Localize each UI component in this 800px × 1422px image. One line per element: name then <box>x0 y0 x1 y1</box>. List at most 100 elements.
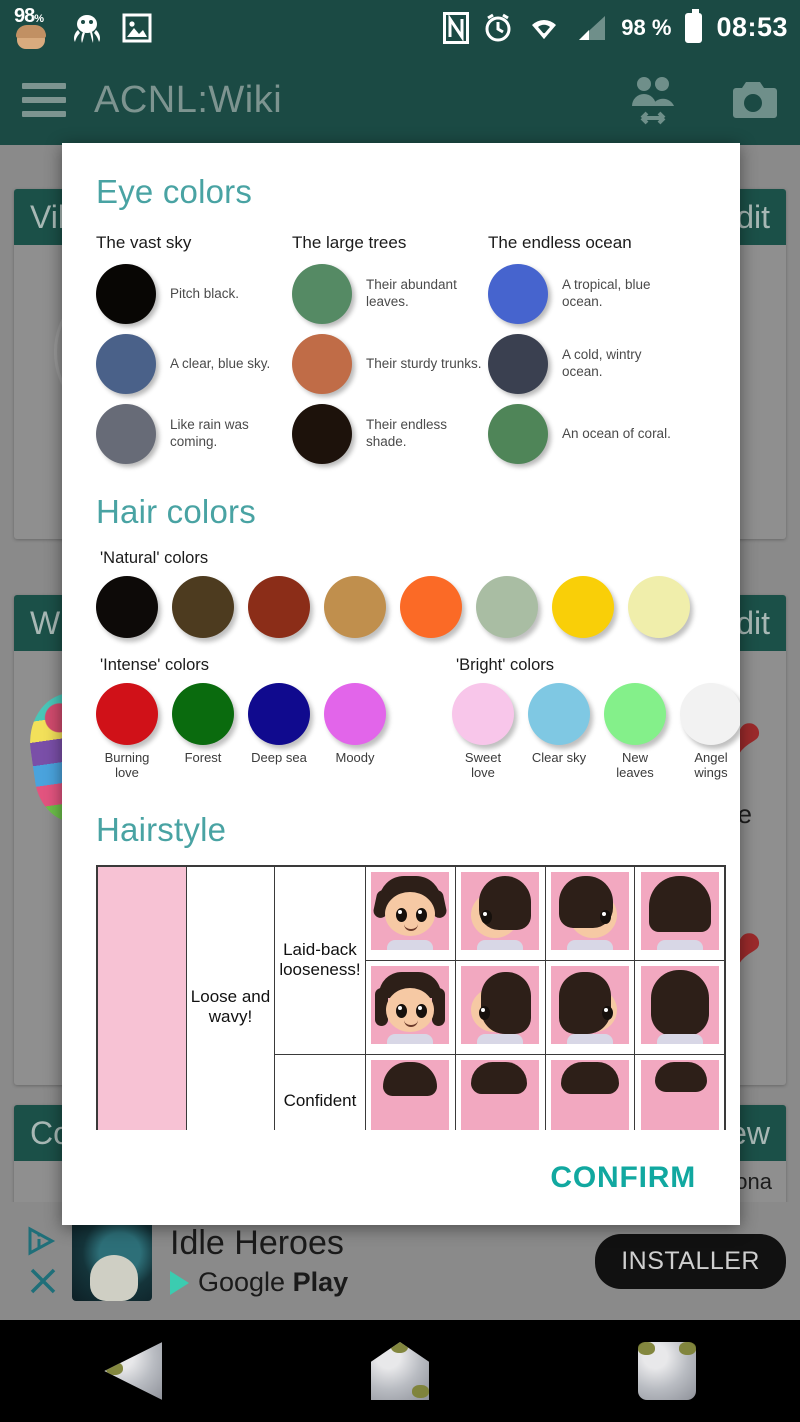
hair-colors-heading: Hair colors <box>96 493 256 530</box>
eye-swatch[interactable] <box>488 404 548 464</box>
hairstyle-thumb[interactable] <box>364 959 456 1055</box>
app-bar: ACNL:Wiki <box>0 55 800 145</box>
hair-swatch-label: Angel wings <box>694 750 728 780</box>
hair-eye-guide-dialog: Eye colors The vast sky Pitch black. A c… <box>62 143 740 1225</box>
hair-group-title-bright: 'Bright' colors <box>456 656 555 674</box>
hairstyle-thumb[interactable] <box>454 1053 546 1130</box>
hair-swatch[interactable] <box>96 683 158 745</box>
eye-color-entry: Like rain was coming. <box>96 399 292 469</box>
hairstyle-thumb[interactable] <box>634 865 726 961</box>
eye-swatch-label: Pitch black. <box>170 285 240 301</box>
eye-colors-grid: The vast sky Pitch black. A clear, blue … <box>96 233 740 469</box>
eye-swatch[interactable] <box>96 334 156 394</box>
hair-swatch[interactable] <box>628 576 690 638</box>
hair-swatch[interactable] <box>248 576 310 638</box>
eye-swatch-label: A clear, blue sky. <box>170 355 271 371</box>
google-play-icon <box>170 1270 189 1295</box>
confirm-button[interactable]: CONFIRM <box>550 1161 696 1195</box>
eye-swatch[interactable] <box>488 264 548 324</box>
eye-swatch-label: A cold, wintry ocean. <box>562 347 642 379</box>
notification-badge-unit: % <box>34 12 44 25</box>
android-nav-bar <box>0 1320 800 1422</box>
eye-swatch[interactable] <box>488 334 548 394</box>
hair-swatch[interactable] <box>96 576 158 638</box>
eye-colors-section: Eye colors The vast sky Pitch black. A c… <box>62 143 740 469</box>
eye-swatch[interactable] <box>292 264 352 324</box>
hairstyle-thumb[interactable] <box>364 865 456 961</box>
camera-icon[interactable] <box>728 78 778 122</box>
hair-swatch[interactable] <box>324 576 386 638</box>
eye-swatch[interactable] <box>96 264 156 324</box>
hairstyle-section: Hairstyle Loose and wavy! Laid-back loos… <box>62 781 740 1130</box>
hair-swatch-row-intense: Burning love Forest Deep sea Moody <box>96 683 386 781</box>
page-title: ACNL:Wiki <box>94 78 283 121</box>
hair-swatch-item: Deep sea <box>248 683 310 781</box>
alarm-icon <box>483 13 513 43</box>
nav-home-button[interactable] <box>370 1342 429 1400</box>
eye-color-entry: Their abundant leaves. <box>292 259 488 329</box>
hairstyle-heading: Hairstyle <box>96 810 227 848</box>
hairstyle-thumb[interactable] <box>544 865 636 961</box>
eye-colors-heading: Eye colors <box>96 173 253 210</box>
eye-color-entry: Pitch black. <box>96 259 292 329</box>
hairstyle-thumb[interactable] <box>364 1053 456 1130</box>
ad-install-button[interactable]: INSTALLER <box>595 1233 786 1289</box>
hairstyle-thumb[interactable] <box>634 959 726 1055</box>
hairstyle-thumb[interactable] <box>544 1053 636 1130</box>
ad-controls[interactable] <box>14 1226 72 1296</box>
nfc-icon <box>443 11 470 44</box>
hair-swatch[interactable] <box>400 576 462 638</box>
hair-swatch-row-natural <box>96 576 740 638</box>
eye-swatch-label: Their abundant leaves. <box>366 277 457 309</box>
hair-swatch-label: Clear sky <box>531 750 587 765</box>
eye-swatch[interactable] <box>292 404 352 464</box>
hairstyle-row-category: Laid-back looseness! <box>274 865 366 1055</box>
hair-swatch-label: New leaves <box>616 750 654 780</box>
eye-column-title: The vast sky <box>96 233 192 252</box>
compare-villagers-icon[interactable] <box>624 72 680 128</box>
hair-swatch[interactable] <box>528 683 590 745</box>
dialog-content[interactable]: Eye colors The vast sky Pitch black. A c… <box>62 143 740 1130</box>
hairstyle-row-category: Confident <box>274 1053 366 1130</box>
ad-close-icon[interactable] <box>28 1266 58 1296</box>
hairstyle-thumb[interactable] <box>454 959 546 1055</box>
hair-swatch-label: Moody <box>335 750 375 765</box>
hairstyle-thumb[interactable] <box>634 1053 726 1130</box>
eye-swatch[interactable] <box>96 404 156 464</box>
wifi-icon <box>527 15 561 41</box>
ad-store-suffix: Play <box>292 1267 349 1297</box>
phone-screen: 98% 98 % 08:53 ACNL:Wiki Vill Edit Wis E… <box>0 0 800 1422</box>
hair-swatch[interactable] <box>324 683 386 745</box>
hair-swatch-item: Moody <box>324 683 386 781</box>
hair-colors-section: Hair colors 'Natural' colors 'Intense' c… <box>62 469 740 781</box>
hair-swatch[interactable] <box>476 576 538 638</box>
hair-swatch-row-bright: Sweet love Clear sky New leaves Angel wi… <box>452 683 740 781</box>
hair-swatch[interactable] <box>552 576 614 638</box>
hair-swatch-item: Angel wings <box>680 683 740 781</box>
dialog-footer: CONFIRM <box>62 1130 740 1225</box>
eye-swatch[interactable] <box>292 334 352 394</box>
hair-swatch-item: Sweet love <box>452 683 514 781</box>
eye-color-entry: A cold, wintry ocean. <box>488 329 684 399</box>
hair-group-title-intense: 'Intense' colors <box>100 656 210 674</box>
battery-icon <box>685 8 703 43</box>
hairstyle-thumb[interactable] <box>454 865 546 961</box>
hair-group-title-natural: 'Natural' colors <box>100 549 209 567</box>
hair-swatch[interactable] <box>452 683 514 745</box>
hair-group-bright: 'Bright' colors Sweet love Clear sky New… <box>452 638 740 781</box>
eye-swatch-label: An ocean of coral. <box>562 425 671 441</box>
eye-swatch-label: A tropical, blue ocean. <box>562 277 651 309</box>
hair-swatch[interactable] <box>172 683 234 745</box>
ad-info-icon[interactable] <box>26 1226 60 1256</box>
nav-back-button[interactable] <box>104 1342 163 1400</box>
hair-swatch[interactable] <box>248 683 310 745</box>
hairstyle-thumb[interactable] <box>544 959 636 1055</box>
hamburger-menu-icon[interactable] <box>22 83 66 117</box>
nav-recents-button[interactable] <box>637 1342 696 1400</box>
hair-swatch[interactable] <box>604 683 666 745</box>
table-row: Loose and wavy! Laid-back looseness! <box>96 865 726 1130</box>
eye-swatch-label: Their endless shade. <box>366 417 448 449</box>
hair-swatch[interactable] <box>680 683 740 745</box>
hair-swatch[interactable] <box>172 576 234 638</box>
eye-color-column-endless-ocean: The endless ocean A tropical, blue ocean… <box>488 233 684 469</box>
